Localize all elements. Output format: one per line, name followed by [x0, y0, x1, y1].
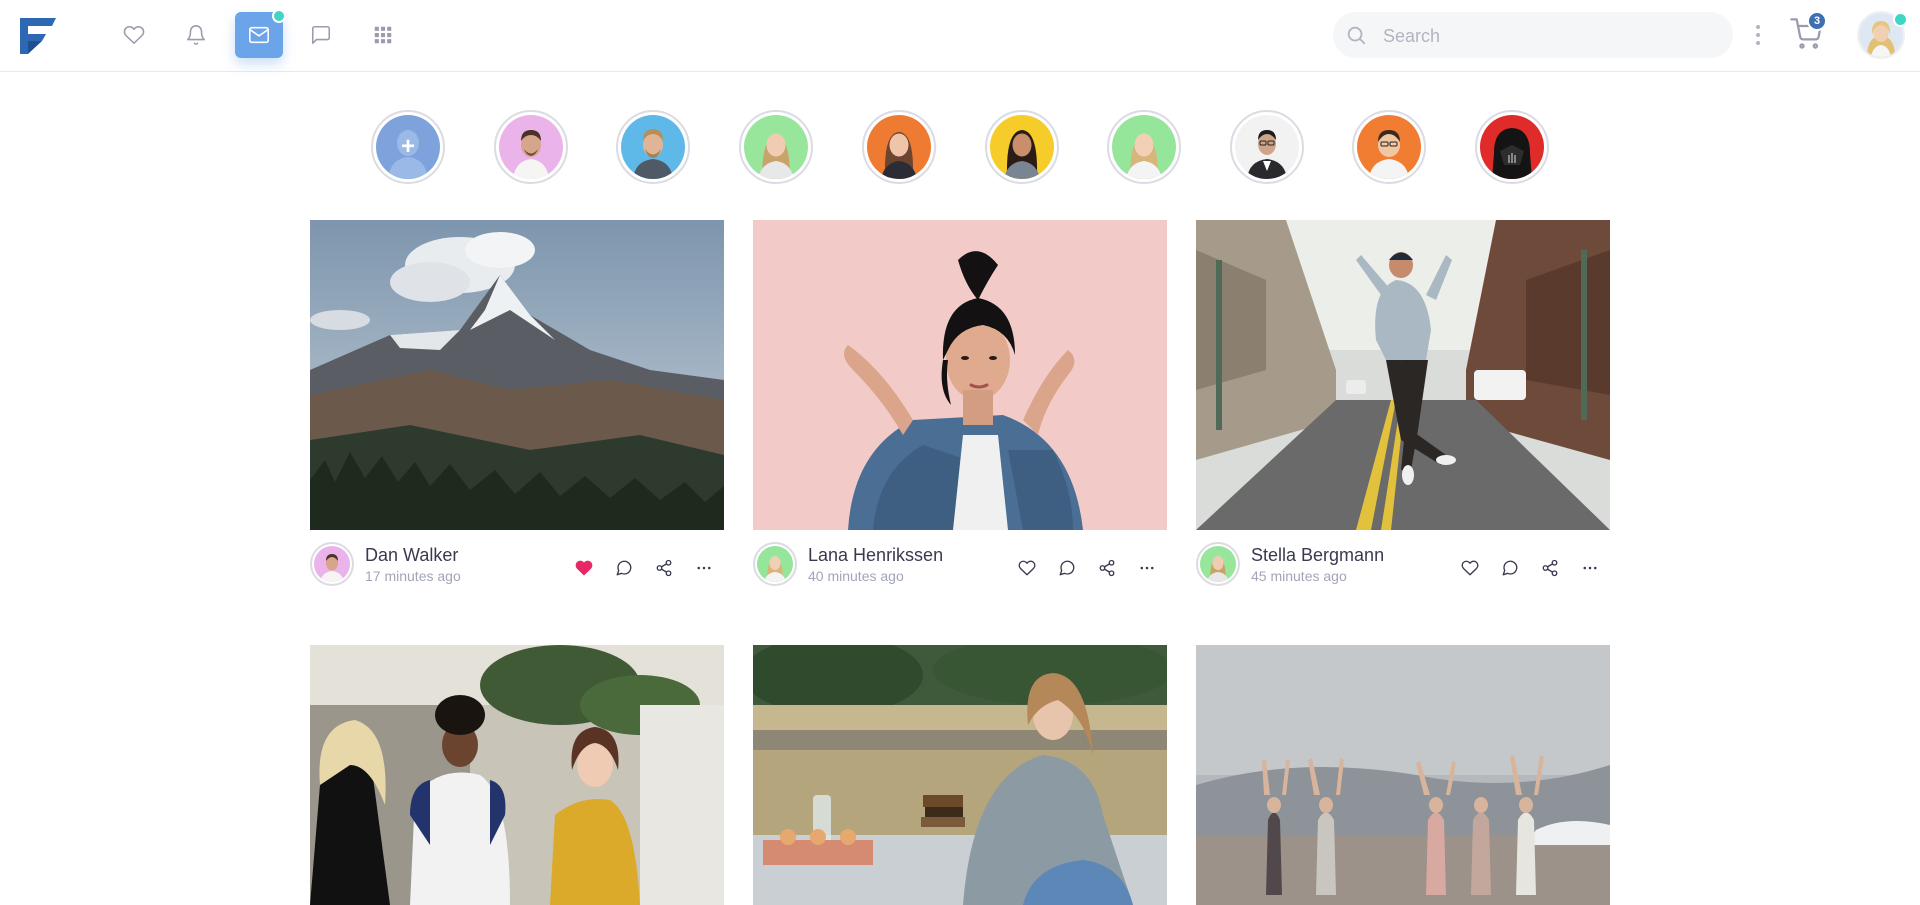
mail-icon — [249, 26, 269, 44]
nav-notifications-button[interactable] — [172, 12, 220, 58]
nav-messages-button[interactable] — [235, 9, 286, 58]
comment-icon — [1502, 560, 1518, 576]
story-avatar[interactable] — [1107, 110, 1181, 184]
comment-button[interactable] — [604, 556, 644, 580]
post-more-button[interactable] — [684, 556, 724, 580]
story-avatar[interactable] — [494, 110, 568, 184]
nav-apps-button[interactable] — [359, 12, 407, 58]
nav-likes-button[interactable] — [110, 12, 158, 58]
grid-icon — [374, 26, 392, 44]
post-timestamp: 40 minutes ago — [808, 568, 904, 584]
plus-icon: + — [400, 133, 415, 160]
heart-icon — [123, 25, 145, 45]
post-author-name[interactable]: Dan Walker — [365, 545, 458, 566]
search-icon — [1347, 26, 1366, 45]
chat-icon — [311, 25, 331, 45]
post-author-avatar[interactable] — [310, 542, 354, 586]
like-button[interactable] — [564, 556, 604, 580]
like-button[interactable] — [1007, 556, 1047, 580]
post-timestamp: 45 minutes ago — [1251, 568, 1347, 584]
post-author-avatar[interactable] — [753, 542, 797, 586]
story-avatar[interactable] — [862, 110, 936, 184]
story-add[interactable]: + — [371, 110, 445, 184]
post-card: Lana Henrikssen 40 minutes ago — [753, 220, 1167, 586]
heart-icon — [1461, 560, 1479, 576]
post-image-mountain[interactable] — [310, 220, 724, 530]
post-author-avatar[interactable] — [1196, 542, 1240, 586]
post-card: Dan Walker 17 minutes ago — [310, 220, 724, 586]
more-horizontal-icon — [697, 566, 711, 570]
post-image-street[interactable] — [1196, 220, 1610, 530]
story-avatar[interactable] — [1352, 110, 1426, 184]
post-author-name[interactable]: Lana Henrikssen — [808, 545, 943, 566]
share-button[interactable] — [1087, 556, 1127, 580]
logo-icon[interactable] — [20, 16, 56, 56]
post-actions — [1007, 556, 1167, 580]
share-icon — [656, 559, 672, 577]
comment-icon — [616, 560, 632, 576]
heart-filled-icon — [575, 560, 593, 576]
search-bar — [1333, 12, 1733, 60]
bell-icon — [186, 25, 206, 45]
comment-icon — [1059, 560, 1075, 576]
story-avatar[interactable] — [985, 110, 1059, 184]
share-icon — [1099, 559, 1115, 577]
unread-indicator — [272, 9, 286, 23]
post-author-name[interactable]: Stella Bergmann — [1251, 545, 1384, 566]
post-more-button[interactable] — [1127, 556, 1167, 580]
story-avatar[interactable] — [739, 110, 813, 184]
post-image-picnic[interactable] — [753, 645, 1167, 905]
comment-button[interactable] — [1047, 556, 1087, 580]
post-actions — [564, 556, 724, 580]
more-vertical-icon[interactable] — [1748, 22, 1768, 48]
post-image-yoga[interactable] — [1196, 645, 1610, 905]
post-actions — [1450, 556, 1610, 580]
cart-count-badge: 3 — [1807, 11, 1827, 31]
post-card: Stella Bergmann 45 minutes ago — [1196, 220, 1610, 586]
online-indicator — [1893, 12, 1908, 27]
share-icon — [1542, 559, 1558, 577]
post-meta: Stella Bergmann 45 minutes ago — [1196, 530, 1610, 586]
more-horizontal-icon — [1140, 566, 1154, 570]
story-avatar[interactable] — [616, 110, 690, 184]
story-avatar[interactable] — [1475, 110, 1549, 184]
post-meta: Dan Walker 17 minutes ago — [310, 530, 724, 586]
top-navbar: 3 — [0, 0, 1920, 72]
post-more-button[interactable] — [1570, 556, 1610, 580]
search-input[interactable] — [1381, 12, 1715, 60]
story-avatar[interactable] — [1230, 110, 1304, 184]
heart-icon — [1018, 560, 1036, 576]
post-image-portrait[interactable] — [753, 220, 1167, 530]
nav-chat-button[interactable] — [297, 12, 345, 58]
share-button[interactable] — [644, 556, 684, 580]
more-horizontal-icon — [1583, 566, 1597, 570]
post-meta: Lana Henrikssen 40 minutes ago — [753, 530, 1167, 586]
like-button[interactable] — [1450, 556, 1490, 580]
post-timestamp: 17 minutes ago — [365, 568, 461, 584]
post-image-friends[interactable] — [310, 645, 724, 905]
share-button[interactable] — [1530, 556, 1570, 580]
comment-button[interactable] — [1490, 556, 1530, 580]
